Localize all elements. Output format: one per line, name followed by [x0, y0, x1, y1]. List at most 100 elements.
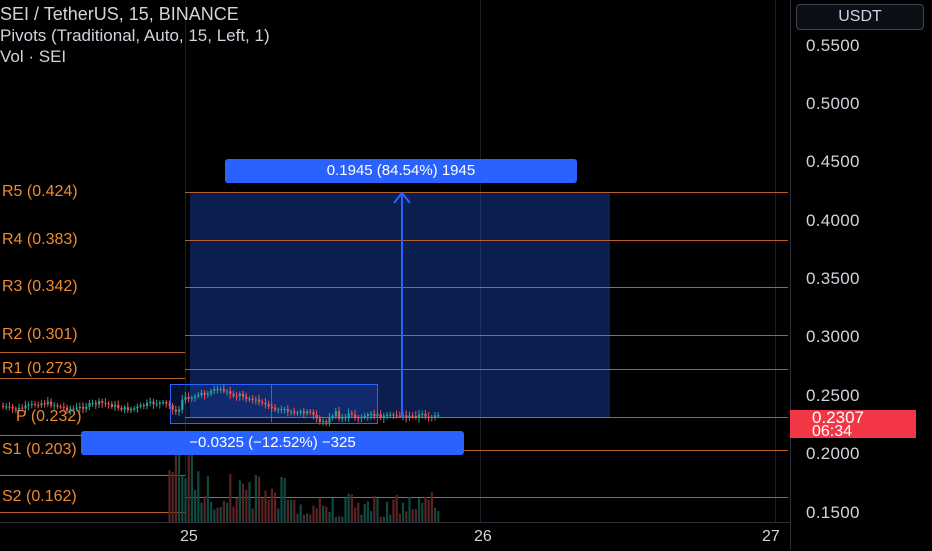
currency-button[interactable]: USDT — [796, 4, 924, 30]
candle-body — [101, 401, 104, 403]
volume-bar — [197, 471, 200, 522]
candle-body — [75, 407, 78, 409]
candle-body — [245, 396, 248, 399]
volume-bar — [315, 508, 318, 522]
candle-body — [376, 414, 379, 417]
volume-bar — [200, 502, 203, 522]
volume-bar — [386, 501, 389, 522]
candle-body — [117, 404, 120, 408]
candle-body — [222, 388, 225, 392]
candle-body — [110, 404, 113, 407]
candle-body — [334, 411, 337, 417]
candle-body — [53, 405, 56, 407]
candle-body — [30, 403, 33, 405]
candle-body — [350, 413, 353, 415]
volume-bar — [219, 506, 222, 522]
candle-body — [91, 402, 94, 404]
volume-bar — [178, 447, 181, 522]
volume-bar — [306, 513, 309, 522]
candle-body — [62, 406, 65, 408]
volume-bar — [293, 499, 296, 522]
volume-bar — [344, 497, 347, 522]
candle-body — [40, 403, 43, 406]
price-tick: 0.5000 — [806, 94, 860, 113]
volume-bar — [363, 504, 366, 522]
candle-body — [200, 392, 203, 395]
volume-bar — [328, 511, 331, 522]
volume-bar — [254, 475, 257, 522]
candle-body — [360, 417, 363, 419]
candle-body — [59, 406, 62, 408]
candle-body — [290, 411, 293, 413]
volume-bar — [427, 499, 430, 522]
candle-body — [408, 415, 411, 418]
candle-body — [315, 414, 318, 419]
candle-body — [168, 403, 171, 406]
candle-body — [344, 417, 347, 419]
candle-body — [123, 407, 126, 410]
volume-bar — [222, 500, 225, 522]
candle-body — [219, 388, 222, 390]
candle-body — [405, 415, 408, 418]
candle-body — [328, 417, 331, 423]
time-tick: 26 — [474, 528, 492, 545]
volume-bar — [325, 506, 328, 522]
candle-body — [373, 414, 376, 417]
volume-bar — [389, 514, 392, 522]
candle-body — [347, 413, 350, 418]
volume-bar — [437, 510, 440, 522]
volume-bar — [251, 508, 254, 522]
candle-body — [43, 403, 46, 405]
volume-bar — [398, 513, 401, 522]
candle-body — [325, 421, 328, 423]
candle-body — [69, 408, 72, 411]
volume-bar — [280, 477, 283, 522]
candle-body — [427, 416, 430, 418]
volume-bar — [226, 502, 229, 522]
candle-body — [299, 411, 302, 413]
candle-body — [238, 393, 241, 396]
price-tick: 0.5500 — [806, 36, 860, 55]
volume-bar — [418, 497, 421, 522]
volume-bar — [248, 482, 251, 522]
candle-body — [187, 396, 190, 399]
chart-pane[interactable]: R5 (0.424) R4 (0.383) R3 (0.342) R2 (0.3… — [0, 0, 790, 550]
price-tick: 0.4000 — [806, 211, 860, 230]
candle-body — [379, 414, 382, 419]
candle-body — [248, 398, 251, 400]
pivots-indicator-label[interactable]: Pivots (Traditional, Auto, 15, Left, 1) — [0, 25, 270, 46]
candle-body — [5, 406, 8, 408]
candle-body — [286, 408, 289, 412]
symbol-title[interactable]: SEI / TetherUS, 15, BINANCE — [0, 4, 270, 25]
volume-bar — [421, 503, 424, 522]
candle-body — [2, 406, 5, 407]
candle-body — [133, 408, 136, 410]
candle-body — [142, 405, 145, 407]
candle-body — [149, 401, 152, 403]
volume-bar — [309, 514, 312, 522]
candle-body — [94, 402, 97, 405]
candle-body — [274, 407, 277, 410]
candle-body — [136, 406, 139, 409]
candle-body — [363, 415, 366, 418]
volume-indicator-label[interactable]: Vol · SEI — [0, 46, 270, 67]
candle-body — [242, 393, 245, 397]
volume-bar — [277, 508, 280, 522]
volume-bar — [267, 499, 270, 522]
candle-body — [46, 401, 49, 405]
price-tick: 0.2000 — [806, 444, 860, 463]
volume-bar — [302, 514, 305, 522]
candle-body — [98, 401, 101, 405]
volume-bar — [181, 475, 184, 522]
time-axis[interactable] — [0, 522, 790, 551]
price-tick: 0.3500 — [806, 269, 860, 288]
volume-bar — [245, 489, 248, 522]
volume-bar — [203, 496, 206, 522]
candle-body — [66, 407, 69, 411]
volume-bar — [238, 480, 241, 522]
candle-body — [370, 414, 373, 416]
volume-bar — [286, 499, 289, 522]
candle-body — [139, 405, 142, 407]
last-price-badge: 0.2307 06:34 — [790, 409, 916, 440]
candle-body — [318, 418, 321, 422]
